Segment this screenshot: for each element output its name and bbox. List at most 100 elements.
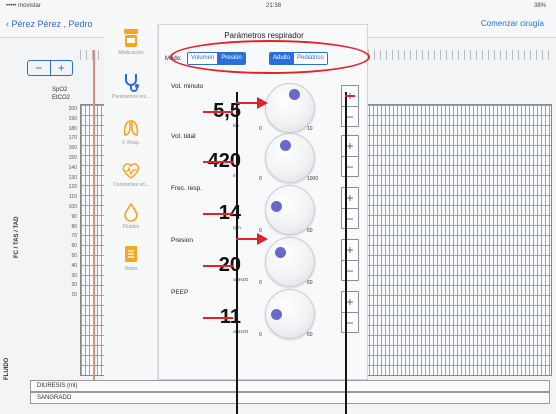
scale-max-label: 60: [307, 228, 313, 234]
menu-item-fluidos[interactable]: Fluidos: [104, 202, 158, 230]
vitals-labels: SpO2 EtCO2: [52, 86, 70, 102]
status-bar: ••••• movistar 21:38 38%: [0, 0, 556, 12]
sangrado-row[interactable]: SANGRADO: [30, 392, 550, 404]
y-tick-label: 40: [71, 262, 77, 269]
current-time-marker: [93, 50, 95, 380]
parameter-row: Frec. resp.14rpm060+−: [159, 185, 369, 237]
annotation-line-left: [236, 92, 238, 414]
y-tick-label: 60: [71, 243, 77, 250]
knob-indicator-dot: [279, 139, 291, 151]
y-tick-label: 170: [68, 135, 77, 142]
value-underline-annotation: [203, 111, 233, 113]
plus-minus-stepper: +−: [341, 187, 359, 229]
knob-indicator-dot: [289, 88, 300, 100]
annotation-tick: [345, 95, 355, 97]
menu-item-label: Constantes vit...: [113, 182, 149, 188]
knob-indicator-dot: [274, 247, 286, 259]
medication-icon: [124, 29, 138, 47]
zoom-stepper[interactable]: − +: [27, 60, 73, 76]
y-tick-label: 100: [68, 203, 77, 210]
y-tick-label: 130: [68, 174, 77, 181]
etco2-label: EtCO2: [52, 95, 71, 101]
value-underline-annotation: [203, 317, 233, 319]
y-tick-label: 200: [68, 106, 77, 112]
y-tick-label: 10: [71, 292, 77, 299]
parameter-knob[interactable]: [265, 185, 315, 235]
parameter-knob[interactable]: [265, 237, 315, 287]
value-underline-annotation: [203, 265, 233, 267]
heart-rate-icon: [122, 163, 140, 179]
scale-max-label: 60: [307, 280, 313, 286]
start-surgery-button[interactable]: Comenzar cirugía: [481, 19, 544, 28]
value-underline-annotation: [203, 161, 233, 163]
battery-text: 38%: [533, 3, 546, 9]
parameter-label: Vol. minuto: [171, 83, 204, 90]
menu-item-label: Medicación: [118, 50, 144, 56]
panel-title: Parámetros respirador: [224, 31, 304, 40]
scale-min-label: 0: [259, 126, 262, 132]
plus-minus-stepper: +−: [341, 85, 359, 127]
y-axis-label: FC / TAS / TAD: [14, 216, 20, 258]
back-button-label: Pérez Pérez , Pedro: [11, 19, 93, 29]
parameter-label: PEEP: [171, 289, 189, 296]
spo2-label: SpO2: [52, 87, 68, 93]
drop-icon: [124, 202, 138, 222]
scale-max-label: 60: [307, 332, 313, 338]
y-tick-label: 150: [68, 154, 77, 161]
zoom-out-button[interactable]: −: [28, 61, 50, 75]
y-tick-label: 160: [68, 145, 77, 152]
plus-minus-stepper: +−: [341, 291, 359, 333]
y-tick-label: 190: [68, 115, 77, 122]
scale-min-label: 0: [259, 280, 262, 286]
y-axis: 200 190 180 170 160 150 140 130 120 110 100 90 80 70 6…: [52, 106, 80, 302]
annotation-arrow-head: [257, 97, 268, 109]
stethoscope-icon: [125, 74, 139, 92]
menu-item-notas[interactable]: Notas: [104, 244, 158, 272]
parameter-knob[interactable]: [265, 83, 315, 133]
parameter-row: PEEP 11 cmH2O 0 60 + −: [159, 289, 369, 341]
menu-item-medicacion[interactable]: Medicación: [104, 28, 158, 56]
y-tick-label: 70: [71, 233, 77, 240]
plus-minus-stepper: +−: [341, 239, 359, 281]
y-tick-label: 30: [71, 272, 77, 279]
zoom-in-button[interactable]: +: [49, 61, 73, 75]
parameter-label: Vol. tidal: [171, 133, 196, 140]
scale-min-label: 0: [259, 332, 262, 338]
lungs-icon: [123, 120, 139, 136]
parameter-label: Frec. resp.: [171, 185, 203, 192]
annotation-line-right: [345, 92, 347, 414]
menu-item-label: Fluidos: [122, 224, 140, 230]
clock-text: 21:38: [266, 3, 282, 9]
fluido-label: FLUIDO: [4, 357, 10, 380]
diuresis-row[interactable]: DIURESIS (ml): [30, 380, 550, 392]
parameter-knob[interactable]: [265, 133, 315, 183]
menu-item-constantes[interactable]: Constantes vit...: [104, 162, 158, 188]
parameter-row: Vol. tidal420ml01000+−: [159, 133, 369, 185]
value-underline-annotation: [203, 213, 233, 215]
knob-indicator-dot: [270, 308, 282, 320]
scale-max-label: 10: [307, 126, 313, 132]
scale-min-label: 0: [259, 176, 262, 182]
menu-item-label: V. Resp.: [121, 140, 141, 146]
menu-item-label: Parámetros res...: [111, 94, 151, 100]
scale-max-label: 1000: [307, 176, 319, 182]
y-tick-label: 90: [71, 213, 77, 220]
y-tick-label: 50: [71, 252, 77, 259]
notes-icon: [125, 246, 137, 262]
parameter-label: Presion: [171, 237, 194, 244]
side-menu: Medicación Parámetros res... V. Resp. Co…: [104, 24, 158, 380]
y-tick-label: 20: [71, 282, 77, 289]
y-tick-label: 110: [69, 194, 77, 201]
parameter-knob[interactable]: [265, 289, 315, 339]
y-tick-label: 140: [68, 164, 77, 171]
y-tick-label: 180: [68, 125, 77, 132]
plus-minus-stepper: +−: [341, 135, 359, 177]
carrier-text: ••••• movistar: [6, 3, 41, 9]
y-tick-label: 120: [68, 184, 77, 191]
menu-item-parametros[interactable]: Parámetros res...: [104, 72, 158, 100]
ventilator-parameters-panel: Parámetros respirador Modo: Volumen Pres…: [158, 24, 368, 380]
parameter-row: Vol. minuto5,5l/m010+−: [159, 83, 369, 135]
knob-indicator-dot: [271, 201, 283, 213]
back-button[interactable]: ‹ Pérez Pérez , Pedro: [6, 19, 93, 29]
menu-item-vresp[interactable]: V. Resp.: [104, 118, 158, 146]
